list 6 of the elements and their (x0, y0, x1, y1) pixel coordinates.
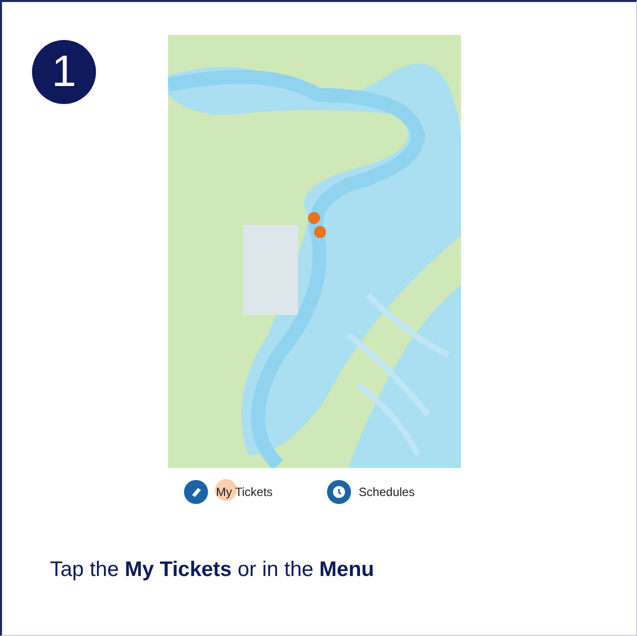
step-number-badge: 1 (32, 40, 96, 104)
instruction-text: Tap the My Tickets or in the Menu (50, 558, 376, 582)
nav-tab[interactable]: Schedules (326, 478, 415, 506)
clock-icon (326, 480, 351, 504)
ticket-icon (184, 480, 208, 504)
nav-tab[interactable]: My Tickets (184, 478, 273, 506)
